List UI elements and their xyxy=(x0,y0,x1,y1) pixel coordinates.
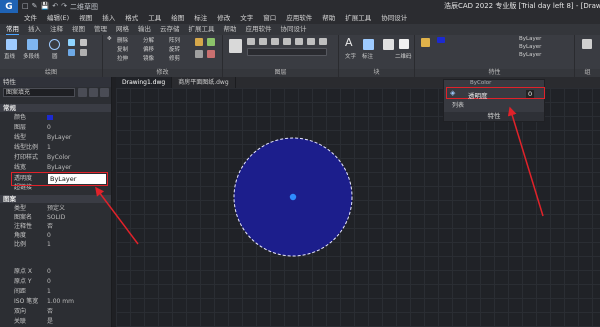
app-window: G □ ✎ 💾 ↶ ↷ 二维草图 浩辰CAD 2022 专业版 [Trial d… xyxy=(0,0,600,327)
annotation-arrows xyxy=(95,106,544,245)
arrow-to-flyout xyxy=(507,106,544,217)
arrow-to-palette xyxy=(95,186,139,245)
